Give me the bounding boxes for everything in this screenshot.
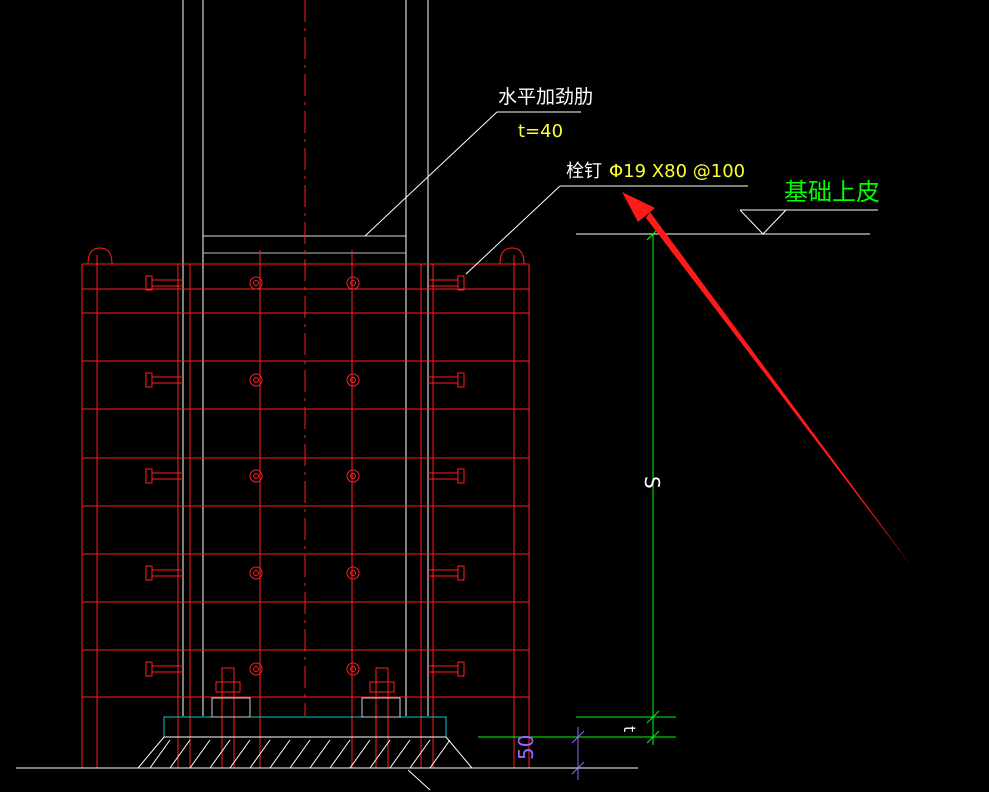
- break-line: [407, 769, 431, 791]
- stiffener-title: 水平加劲肋: [498, 86, 593, 108]
- foundation-top-label: 基础上皮: [784, 178, 880, 206]
- dimension-50-label: 50: [514, 735, 538, 760]
- dimension-50: [571, 727, 585, 780]
- dimension-s-label: S: [640, 476, 664, 489]
- drawing-canvas: 水平加劲肋 t=40 栓钉 Φ19 X80 @100 基础上皮 S t 50: [16, 0, 913, 791]
- stud-spec: Φ19 X80 @100: [609, 161, 745, 182]
- shear-studs-left: [145, 275, 183, 677]
- dimension-t-label: t: [620, 726, 639, 732]
- annotation-arrow: [622, 192, 913, 568]
- stud-label: 栓钉: [566, 161, 602, 182]
- stiffener-thickness: t=40: [518, 121, 563, 142]
- grout-hatch: [136, 736, 474, 769]
- foundation-top-marker: [576, 209, 878, 235]
